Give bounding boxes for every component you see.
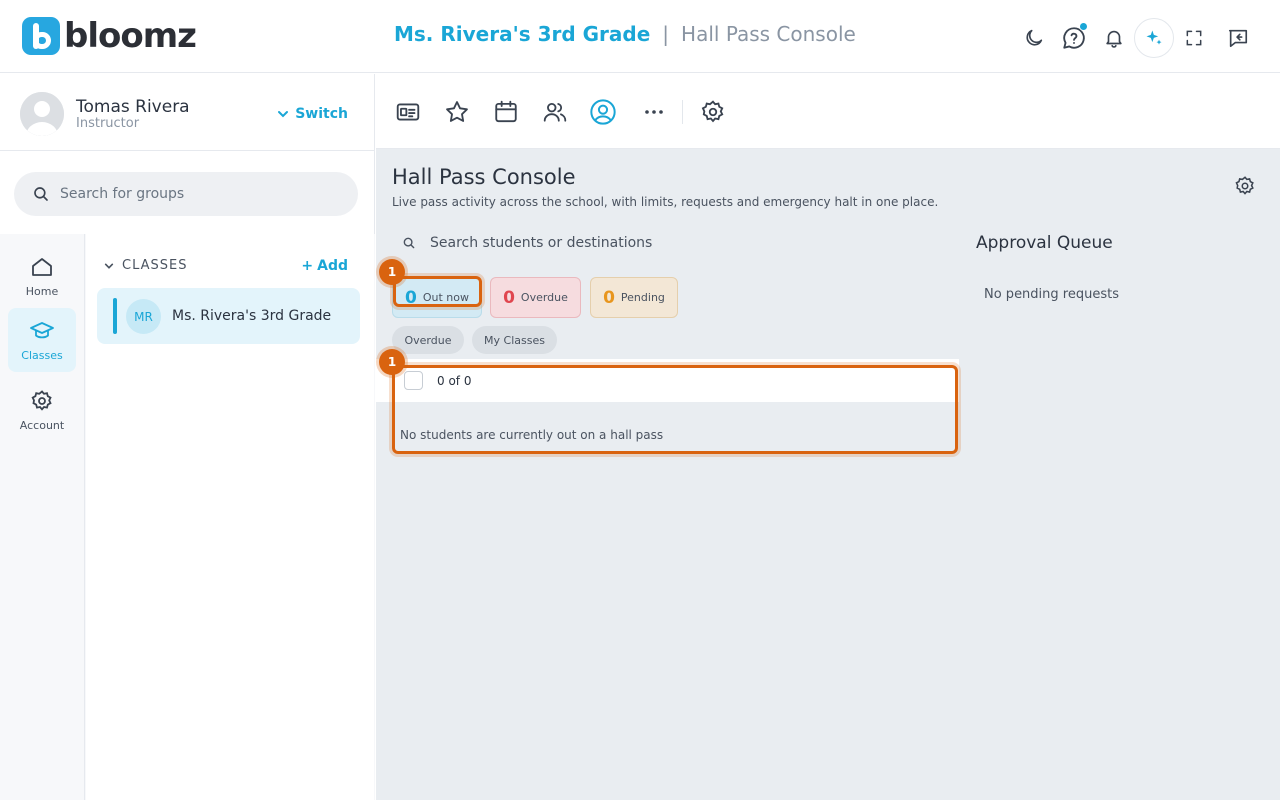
- toolbar-divider: [682, 100, 683, 124]
- chevron-down-icon: [104, 263, 114, 269]
- graduation-cap-icon: [30, 321, 54, 338]
- user-name: Tomas Rivera: [76, 97, 190, 117]
- notification-dot: [1079, 22, 1088, 31]
- filter-chip-my-classes[interactable]: My Classes: [472, 326, 557, 354]
- stat-pending-value: 0: [603, 287, 615, 308]
- star-icon[interactable]: [443, 98, 471, 126]
- user-role: Instructor: [76, 116, 140, 131]
- sidebar-lower: Home Classes Account CLASSES + Add MR Ms…: [0, 234, 375, 800]
- add-class-label: Add: [317, 258, 348, 274]
- more-icon[interactable]: [640, 98, 668, 126]
- search-students-placeholder: Search students or destinations: [430, 235, 653, 251]
- gear-icon: [31, 389, 52, 411]
- page-title-bar: Ms. Rivera's 3rd Grade | Hall Pass Conso…: [394, 22, 856, 46]
- people-icon[interactable]: [541, 98, 569, 126]
- stat-pending-label: Pending: [620, 291, 665, 304]
- console-settings-icon[interactable]: [1234, 175, 1256, 197]
- annotation-badge: 1: [379, 259, 405, 285]
- search-groups-placeholder: Search for groups: [60, 186, 185, 202]
- annotation-highlight-out-now: [393, 276, 482, 307]
- user-profile-row: Tomas Rivera Instructor Switch: [0, 74, 374, 151]
- stat-overdue-value: 0: [503, 287, 515, 308]
- annotation-badge: 1: [379, 349, 405, 375]
- classes-heading-label: CLASSES: [122, 258, 188, 273]
- search-groups-input[interactable]: Search for groups: [14, 172, 358, 216]
- search-icon: [34, 187, 48, 201]
- console-title: Hall Pass Console: [392, 165, 576, 189]
- switch-label: Switch: [295, 106, 348, 122]
- nav-item-classes[interactable]: Classes: [8, 308, 76, 372]
- bell-icon[interactable]: [1094, 18, 1134, 58]
- logo-text: bloomz: [64, 16, 197, 56]
- nav-label-account: Account: [19, 418, 65, 432]
- approval-queue-title: Approval Queue: [976, 233, 1113, 253]
- stat-pending[interactable]: 0 Pending: [590, 277, 678, 318]
- calendar-icon[interactable]: [492, 98, 520, 126]
- bloomz-logo[interactable]: bloomz: [22, 16, 197, 56]
- hall-pass-console: Hall Pass Console Live pass activity acr…: [376, 149, 1280, 800]
- class-avatar: MR: [126, 299, 161, 334]
- nav-item-home[interactable]: Home: [8, 244, 76, 308]
- nav-label-classes: Classes: [21, 348, 63, 362]
- classes-panel: CLASSES + Add MR Ms. Rivera's 3rd Grade: [86, 234, 374, 800]
- selected-indicator: [113, 298, 117, 334]
- home-icon: [32, 257, 52, 276]
- stat-overdue-label: Overdue: [520, 291, 568, 304]
- message-icon[interactable]: [1218, 18, 1258, 58]
- settings-icon[interactable]: [699, 98, 727, 126]
- left-sidebar: Tomas Rivera Instructor Switch Search fo…: [0, 74, 375, 800]
- id-card-icon[interactable]: [394, 98, 422, 126]
- classes-heading[interactable]: CLASSES: [104, 258, 187, 273]
- nav-label-home: Home: [25, 284, 59, 298]
- moon-icon[interactable]: [1014, 18, 1054, 58]
- logo-mark: [22, 17, 60, 55]
- stat-overdue[interactable]: 0 Overdue: [490, 277, 581, 318]
- add-class-button[interactable]: + Add: [301, 258, 348, 274]
- app-header: bloomz Ms. Rivera's 3rd Grade | Hall Pas…: [0, 0, 1280, 73]
- header-class-name: Ms. Rivera's 3rd Grade: [394, 22, 651, 46]
- profile-icon[interactable]: [589, 98, 617, 126]
- nav-item-account[interactable]: Account: [8, 378, 76, 442]
- class-name: Ms. Rivera's 3rd Grade: [172, 308, 332, 324]
- header-actions: [1014, 18, 1258, 58]
- search-icon: [403, 237, 415, 249]
- header-page-name: Hall Pass Console: [681, 22, 856, 46]
- plus-icon: +: [301, 258, 314, 274]
- fullscreen-icon[interactable]: [1174, 18, 1214, 58]
- chevron-down-icon: [278, 111, 289, 118]
- switch-button[interactable]: Switch: [277, 106, 348, 122]
- annotation-highlight-pass-list: [392, 365, 958, 454]
- class-toolbar: [376, 74, 1280, 149]
- class-item[interactable]: MR Ms. Rivera's 3rd Grade: [97, 288, 360, 344]
- avatar[interactable]: [20, 92, 64, 136]
- search-students-input[interactable]: Search students or destinations: [402, 235, 652, 251]
- approval-empty-text: No pending requests: [984, 287, 1119, 302]
- help-icon[interactable]: [1054, 18, 1094, 58]
- nav-rail: Home Classes Account: [0, 234, 85, 800]
- console-subtitle: Live pass activity across the school, wi…: [392, 195, 939, 209]
- header-separator: |: [662, 22, 670, 46]
- sparkle-icon[interactable]: [1134, 18, 1174, 58]
- filter-chip-overdue[interactable]: Overdue: [392, 326, 464, 354]
